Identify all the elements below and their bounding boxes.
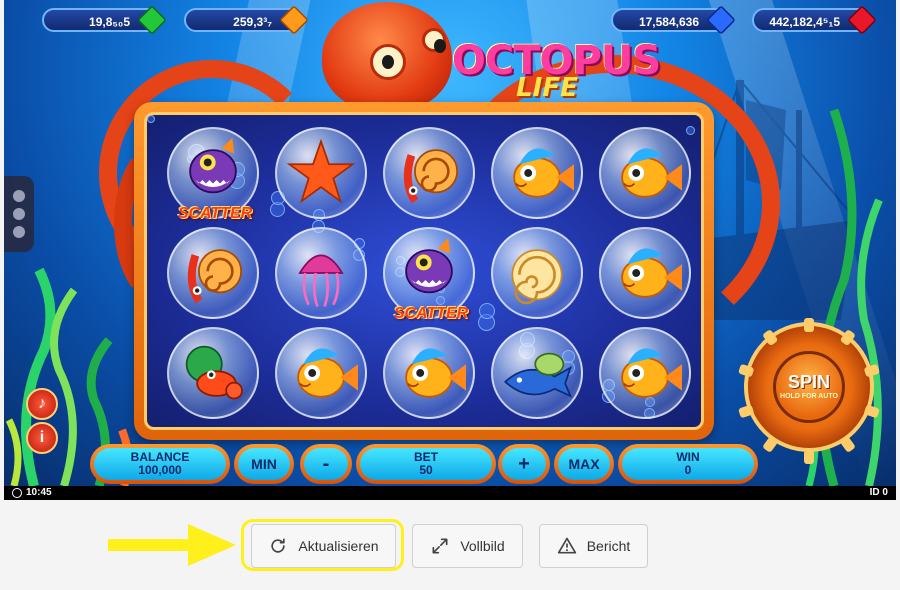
status-time: 10:45 bbox=[26, 487, 52, 498]
spin-wheel: SPIN HOLD FOR AUTO bbox=[738, 318, 880, 464]
spin-label: SPIN bbox=[787, 372, 830, 392]
reel-symbol-orange-fish bbox=[599, 327, 691, 419]
report-label: Bericht bbox=[586, 538, 631, 554]
orange-fish-icon bbox=[513, 148, 574, 198]
wheel-spoke bbox=[738, 404, 755, 419]
currency-value: 442,182,4⁵₁5 bbox=[769, 15, 840, 29]
currency-bar-green: 19,8₅₀5 bbox=[42, 5, 167, 35]
fullscreen-label: Vollbild bbox=[460, 538, 505, 554]
octopus-image bbox=[322, 2, 452, 112]
reel-symbol-orange-fish bbox=[275, 327, 367, 419]
currency-value: 19,8₅₀5 bbox=[89, 15, 130, 29]
balance-label: BALANCE bbox=[130, 450, 190, 464]
reel-symbol-orange-fish bbox=[383, 327, 475, 419]
bet-label: BET bbox=[414, 450, 438, 464]
win-display: WIN 0 bbox=[618, 444, 758, 484]
red-gem-icon bbox=[847, 5, 877, 35]
info-button[interactable]: i bbox=[26, 422, 58, 454]
orange-fish-icon bbox=[621, 248, 682, 298]
win-label: WIN bbox=[676, 450, 700, 464]
balance-value: 100,000 bbox=[138, 463, 182, 477]
max-bet-button[interactable]: MAX bbox=[554, 444, 614, 484]
reel-symbol-hermit-crab bbox=[167, 327, 259, 419]
currency-bar-blue: 17,584,636 bbox=[611, 5, 736, 35]
sound-button[interactable]: ♪ bbox=[26, 388, 58, 420]
octopus-eye bbox=[370, 44, 406, 80]
scatter-fish-icon bbox=[189, 137, 237, 194]
min-bet-button[interactable]: MIN bbox=[234, 444, 294, 484]
info-icon: i bbox=[39, 429, 45, 446]
spin-sublabel: HOLD FOR AUTO bbox=[780, 393, 838, 400]
menu-dot-icon bbox=[13, 226, 25, 238]
win-value: 0 bbox=[684, 463, 692, 477]
refresh-button[interactable]: Aktualisieren bbox=[251, 524, 396, 568]
squid-nautilus-icon bbox=[187, 249, 243, 304]
currency-value: 17,584,636 bbox=[638, 15, 699, 29]
reel-symbol-shark-turtle bbox=[491, 327, 583, 419]
refresh-label: Aktualisieren bbox=[298, 538, 379, 554]
hermit-crab-icon bbox=[185, 345, 243, 400]
bet-display: BET 50 bbox=[356, 444, 496, 484]
green-gem-icon bbox=[137, 5, 167, 35]
shark-turtle-icon bbox=[504, 352, 573, 398]
reel-symbol-scatter-fish: SCATTER bbox=[167, 127, 259, 222]
increase-bet-button[interactable]: + bbox=[498, 444, 550, 484]
reel-symbol-starfish bbox=[275, 127, 367, 219]
report-button[interactable]: Bericht bbox=[539, 524, 648, 568]
minus-icon: - bbox=[304, 448, 348, 480]
clock-icon bbox=[12, 488, 22, 498]
currency-bar-orange: 259,3³₇ bbox=[184, 5, 309, 35]
reel-symbol-nautilus-shell bbox=[491, 227, 583, 319]
reel-symbol-squid-nautilus bbox=[167, 227, 259, 319]
max-label: MAX bbox=[558, 448, 610, 480]
decrease-bet-button[interactable]: - bbox=[300, 444, 352, 484]
wheel-spoke bbox=[762, 329, 779, 347]
nautilus-shell-icon bbox=[511, 249, 563, 305]
wheel-spoke bbox=[738, 363, 755, 378]
reel-symbol-scatter-fish: SCATTER bbox=[383, 227, 475, 322]
octopus-eye bbox=[422, 28, 446, 53]
game-logo: OCTOPUS LIFE bbox=[452, 40, 661, 106]
orange-fish-icon bbox=[405, 348, 466, 398]
scatter-fish-icon bbox=[405, 237, 453, 294]
min-label: MIN bbox=[238, 448, 290, 480]
menu-dot-icon bbox=[13, 208, 25, 220]
wheel-spoke bbox=[804, 318, 814, 332]
currency-bar-red: 442,182,4⁵₁5 bbox=[752, 5, 877, 35]
wheel-spoke bbox=[762, 435, 779, 453]
orange-fish-icon bbox=[297, 348, 358, 398]
reel-symbol-orange-fish bbox=[599, 227, 691, 319]
squid-nautilus-icon bbox=[403, 149, 459, 204]
status-bar: 10:45 ID 0 bbox=[4, 486, 896, 500]
orange-fish-icon bbox=[621, 348, 682, 398]
reels-area: SCATTER SCATTER bbox=[144, 112, 704, 430]
refresh-icon bbox=[271, 538, 286, 553]
spin-button[interactable]: SPIN HOLD FOR AUTO bbox=[773, 351, 845, 423]
arrow-pointer-icon bbox=[108, 524, 236, 566]
fullscreen-icon bbox=[432, 538, 448, 554]
scatter-label: SCATTER bbox=[177, 205, 253, 222]
reel-symbol-squid-nautilus bbox=[383, 127, 475, 219]
orange-fish-icon bbox=[621, 148, 682, 198]
reel-frame: SCATTER SCATTER bbox=[134, 102, 714, 440]
balance-display: BALANCE 100,000 bbox=[90, 444, 230, 484]
side-menu-button[interactable] bbox=[4, 176, 34, 252]
currency-value: 259,3³₇ bbox=[233, 15, 272, 29]
starfish-icon bbox=[286, 138, 356, 204]
fullscreen-button[interactable]: Vollbild bbox=[412, 524, 523, 568]
bet-value: 50 bbox=[419, 463, 433, 477]
warning-icon bbox=[557, 537, 576, 554]
scatter-label: SCATTER bbox=[393, 305, 469, 322]
sound-icon: ♪ bbox=[38, 395, 46, 412]
plus-icon: + bbox=[502, 448, 546, 480]
reel-symbol-orange-fish bbox=[491, 127, 583, 219]
wheel-spoke bbox=[804, 450, 814, 464]
reel-symbol-orange-fish bbox=[599, 127, 691, 219]
bubble bbox=[147, 115, 155, 123]
game-canvas[interactable]: 19,8₅₀5 259,3³₇ 17,584,636 442,182,4⁵₁5 … bbox=[4, 0, 896, 486]
menu-dot-icon bbox=[13, 190, 25, 202]
reel-symbol-jellyfish bbox=[275, 227, 367, 319]
status-id: ID 0 bbox=[869, 487, 888, 498]
jellyfish-icon bbox=[298, 254, 344, 307]
